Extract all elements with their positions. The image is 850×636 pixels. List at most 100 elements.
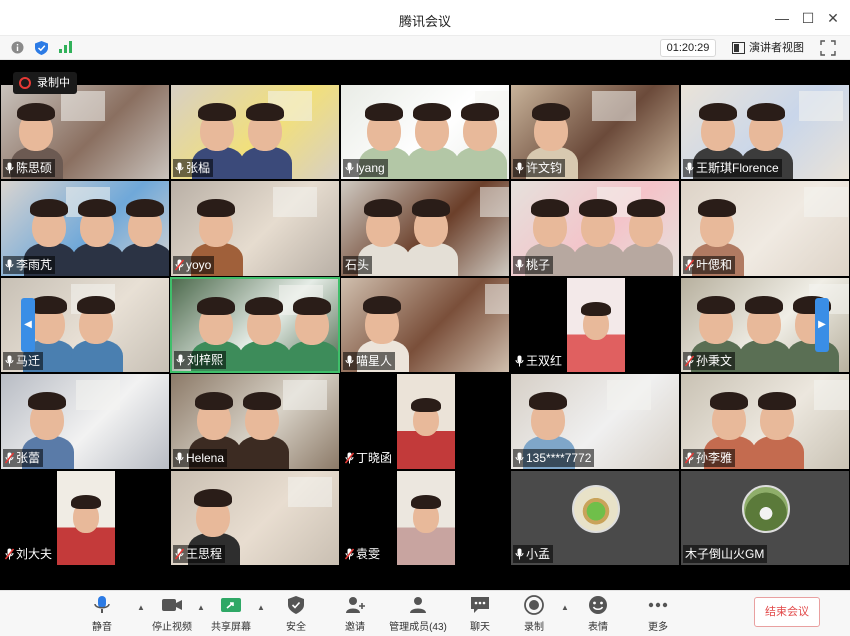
meeting-toolbar: 静音 ▲ 停止视频 ▲ 共享屏幕 ▲ 安全 邀请 管理成员(43) 聊天 录制 …: [0, 590, 850, 636]
participant-name-label: 刘大夫: [3, 544, 56, 563]
person-hair: [627, 199, 665, 218]
manage-members-button[interactable]: 管理成员(43): [385, 595, 451, 635]
share-screen-button[interactable]: 共享屏幕: [203, 595, 259, 635]
speaker-view-button[interactable]: 演讲者视图: [732, 40, 804, 56]
signal-icon[interactable]: [59, 41, 72, 53]
person-hair: [17, 103, 55, 121]
person-hair: [461, 103, 499, 121]
participant-video-tile[interactable]: 丁晓函: [340, 373, 510, 470]
participant-video-tile[interactable]: ▶ 孙秉文: [680, 276, 850, 374]
muted-mic-icon: [345, 548, 354, 560]
security-button[interactable]: 安全: [268, 595, 324, 635]
person-hair: [195, 392, 233, 411]
participant-name-label: 袁雯: [343, 544, 384, 563]
participant-name: 许文钧: [526, 161, 563, 176]
participant-video-tile[interactable]: 石头: [340, 180, 510, 277]
person-hair: [747, 103, 785, 121]
participant-video-tile[interactable]: 刘大夫: [0, 469, 170, 566]
invite-button[interactable]: 邀请: [327, 595, 383, 635]
person-body: [621, 243, 673, 276]
participant-video-tile[interactable]: 陈思硕: [0, 84, 170, 181]
participant-video-tile[interactable]: 135****7772: [510, 373, 680, 470]
participant-video-tile[interactable]: yoyo: [170, 180, 340, 277]
participant-video-tile[interactable]: 木子倒山火GM: [680, 469, 850, 566]
participant-video-tile[interactable]: 小孟: [510, 469, 680, 566]
participant-video-tile[interactable]: 叶偲和: [680, 180, 850, 277]
maximize-icon[interactable]: ☐: [798, 8, 818, 28]
person-hair: [412, 199, 450, 218]
participant-video-tile[interactable]: lyang: [340, 84, 510, 181]
person-hair: [77, 295, 115, 314]
participant-name-label: 叶偲和: [683, 255, 736, 274]
participant-video-tile[interactable]: 王思程: [170, 469, 340, 566]
participant-video-tile[interactable]: 王斯琪Florence: [680, 84, 850, 181]
mute-button[interactable]: 静音: [74, 595, 130, 635]
person-hair: [365, 103, 403, 121]
record-button[interactable]: 录制: [506, 595, 562, 635]
participant-name: 石头: [345, 257, 370, 272]
person-hair: [364, 199, 402, 218]
participant-video-tile[interactable]: 桃子: [510, 180, 680, 277]
participant-video-tile[interactable]: 许文钧: [510, 84, 680, 181]
more-button[interactable]: 更多: [630, 595, 686, 635]
participant-video-tile[interactable]: 袁雯: [340, 469, 510, 566]
security-shield-icon: [288, 596, 304, 614]
participant-name: 袁雯: [356, 546, 381, 561]
participant-name: 刘大夫: [16, 546, 53, 561]
chat-button[interactable]: 聊天: [452, 595, 508, 635]
muted-mic-icon: [685, 452, 694, 464]
participant-name: 135****7772: [526, 450, 592, 465]
participant-name-label: 孙秉文: [683, 352, 736, 371]
speaker-view-label: 演讲者视图: [749, 42, 804, 54]
invite-user-icon: [346, 597, 365, 613]
end-meeting-button[interactable]: 结束会议: [754, 597, 820, 627]
background-window: [283, 380, 327, 411]
participant-name-label: 喵星人: [343, 352, 396, 371]
members-icon: [410, 597, 426, 613]
stop-video-label: 停止视频: [152, 622, 192, 633]
participant-video-tile[interactable]: 刘梓熙: [170, 276, 340, 374]
stop-video-button[interactable]: 停止视频: [144, 595, 200, 635]
reactions-button[interactable]: 表情: [570, 595, 626, 635]
participant-name-label: yoyo: [173, 255, 215, 274]
person-body: [455, 147, 507, 180]
muted-mic-icon: [175, 548, 184, 560]
security-label: 安全: [286, 622, 306, 633]
shield-icon[interactable]: [35, 41, 48, 55]
background-window: [799, 91, 843, 121]
speaker-view-icon: [732, 42, 745, 54]
person-hair: [246, 103, 284, 121]
participant-video-tile[interactable]: 喵星人: [340, 276, 510, 374]
record-options-caret-icon[interactable]: ▲: [561, 603, 569, 612]
mic-icon: [515, 452, 524, 464]
info-icon[interactable]: [11, 41, 24, 54]
person-hair: [745, 295, 783, 314]
share-options-caret-icon[interactable]: ▲: [257, 603, 265, 612]
participant-name: 陈思硕: [16, 161, 53, 176]
manage-members-label: 管理成员(43): [389, 622, 447, 633]
more-dots-icon: [648, 602, 668, 608]
person-hair: [71, 494, 101, 509]
next-page-arrow-icon[interactable]: ▶: [815, 297, 829, 352]
participant-video-tile[interactable]: 王双红: [510, 276, 680, 374]
participant-video-tile[interactable]: 张蕾: [0, 373, 170, 470]
participant-video-tile[interactable]: 张榀: [170, 84, 340, 181]
participant-video-tile[interactable]: ◀ 马迁: [0, 276, 170, 374]
close-icon[interactable]: ✕: [823, 8, 843, 28]
mic-icon: [515, 162, 524, 174]
participant-name-label: 桃子: [513, 255, 554, 274]
participant-video-tile[interactable]: 李雨芃: [0, 180, 170, 277]
background-window: [480, 187, 509, 218]
participant-name-label: 丁晓函: [343, 448, 396, 467]
participant-name-label: 王双红: [513, 352, 566, 371]
participant-video-tile[interactable]: 孙李雅: [680, 373, 850, 470]
person-body: [239, 340, 291, 372]
person-hair: [698, 199, 736, 218]
previous-page-arrow-icon[interactable]: ◀: [21, 297, 35, 352]
fullscreen-icon[interactable]: [820, 40, 836, 56]
minimize-icon[interactable]: —: [772, 8, 792, 28]
participant-video-tile[interactable]: Helena: [170, 373, 340, 470]
background-window: [61, 91, 105, 121]
mic-icon: [515, 259, 524, 271]
person-hair: [198, 103, 236, 121]
